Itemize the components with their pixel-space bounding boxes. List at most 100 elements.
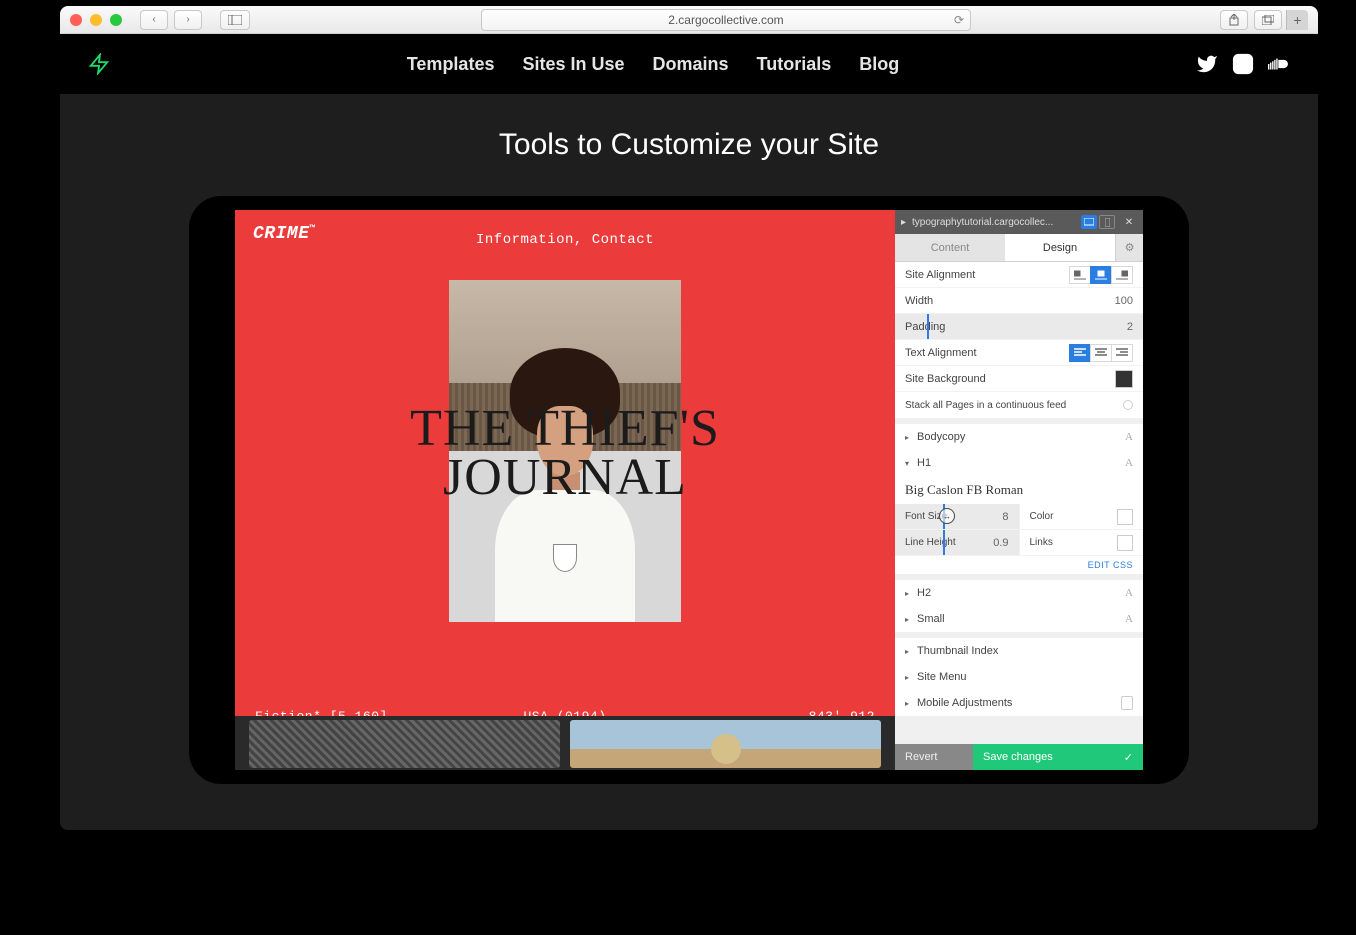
align-center-button[interactable] [1090,266,1112,284]
color-control[interactable]: Color [1020,504,1144,529]
reload-icon[interactable]: ⟳ [954,13,964,27]
tab-content[interactable]: Content [895,234,1005,261]
font-icon: A [1125,457,1133,469]
text-left-button[interactable] [1069,344,1091,362]
padding-value: 2 [1127,321,1133,333]
section-text-styles: ▸ H2 A ▸ Small A [895,580,1143,632]
social-links [1196,53,1290,75]
row-fontsize-color: Font Size ↔ 8 Color [895,504,1143,530]
desktop-view-button[interactable] [1081,215,1097,229]
url-text: 2.cargocollective.com [668,13,783,27]
panel-back-icon[interactable]: ▸ [901,217,906,228]
acc-small[interactable]: ▸ Small A [895,606,1143,632]
new-tab-button[interactable]: + [1286,10,1308,30]
soundcloud-icon[interactable] [1268,53,1290,75]
text-center-button[interactable] [1090,344,1112,362]
panel-close-icon[interactable]: ✕ [1121,217,1137,228]
font-size-control[interactable]: Font Size ↔ 8 [895,504,1020,529]
revert-button[interactable]: Revert [895,744,973,770]
device-switcher [1081,215,1115,229]
page-content: Tools to Customize your Site CRIME™ Info… [60,94,1318,830]
sidebar-icon[interactable] [220,10,250,30]
site-header: Templates Sites In Use Domains Tutorials… [60,34,1318,94]
site-preview-nav[interactable]: Information, Contact [235,232,895,248]
chevron-down-icon: ▾ [905,459,909,468]
chevron-right-icon: ▸ [905,589,909,598]
twitter-icon[interactable] [1196,53,1218,75]
row-padding[interactable]: Padding 2 [895,314,1143,340]
device-screen: CRIME™ Information, Contact THE THIEF'S … [235,210,1143,770]
chevron-right-icon: ▸ [905,615,909,624]
align-right-button[interactable] [1111,266,1133,284]
text-right-button[interactable] [1111,344,1133,362]
design-panel: ▸ typographytutorial.cargocollec... ✕ Co… [895,210,1143,770]
acc-thumbnail-index[interactable]: ▸ Thumbnail Index [895,638,1143,664]
panel-body: Site Alignment Width 100 [895,262,1143,744]
gear-icon[interactable]: ⚙ [1115,234,1143,261]
thumbnail-2[interactable] [570,720,881,768]
chevron-right-icon: ▸ [905,699,909,708]
width-value: 100 [1115,295,1133,307]
color-swatch[interactable] [1117,509,1133,525]
forward-button[interactable]: › [174,10,202,30]
bg-swatch[interactable] [1115,370,1133,388]
acc-bodycopy[interactable]: ▸ Bodycopy A [895,424,1143,450]
share-group [1220,10,1282,30]
tab-design[interactable]: Design [1005,234,1115,261]
nav-domains[interactable]: Domains [653,54,729,75]
share-icon[interactable] [1220,10,1248,30]
acc-mobile-adjustments[interactable]: ▸ Mobile Adjustments [895,690,1143,716]
instagram-icon[interactable] [1232,53,1254,75]
main-nav: Templates Sites In Use Domains Tutorials… [407,54,899,75]
nav-sites-in-use[interactable]: Sites In Use [522,54,624,75]
mobile-view-button[interactable] [1099,215,1115,229]
nav-templates[interactable]: Templates [407,54,495,75]
save-button[interactable]: Save changes ✓ [973,744,1143,770]
url-bar[interactable]: 2.cargocollective.com ⟳ [481,9,971,31]
urlbar-wrap: 2.cargocollective.com ⟳ [250,9,1202,31]
minimize-icon[interactable] [90,14,102,26]
close-icon[interactable] [70,14,82,26]
stack-toggle[interactable] [1123,400,1133,410]
panel-footer: Revert Save changes ✓ [895,744,1143,770]
tabs-icon[interactable] [1254,10,1282,30]
maximize-icon[interactable] [110,14,122,26]
row-stack-pages[interactable]: Stack all Pages in a continuous feed [895,392,1143,418]
nav-blog[interactable]: Blog [859,54,899,75]
font-icon: A [1125,587,1133,599]
align-left-button[interactable] [1069,266,1091,284]
section-other: ▸ Thumbnail Index ▸ Site Menu ▸ Mobile A… [895,638,1143,716]
site-preview[interactable]: CRIME™ Information, Contact THE THIEF'S … [235,210,895,770]
acc-site-menu[interactable]: ▸ Site Menu [895,664,1143,690]
device-frame: CRIME™ Information, Contact THE THIEF'S … [189,196,1189,784]
titlebar: ‹ › 2.cargocollective.com ⟳ + [60,6,1318,34]
back-button[interactable]: ‹ [140,10,168,30]
nav-group: ‹ › [140,10,202,30]
row-site-background[interactable]: Site Background [895,366,1143,392]
browser-window: ‹ › 2.cargocollective.com ⟳ + [60,6,1318,830]
thumbnail-1[interactable] [249,720,560,768]
line-height-control[interactable]: Line Height 0.9 [895,530,1020,555]
links-swatch[interactable] [1117,535,1133,551]
window-controls [70,14,122,26]
panel-topbar: ▸ typographytutorial.cargocollec... ✕ [895,210,1143,234]
site-alignment-switch [1070,266,1133,284]
mobile-icon [1121,696,1133,710]
sidebar-toggle-group [220,10,250,30]
acc-h2[interactable]: ▸ H2 A [895,580,1143,606]
panel-tabs: Content Design ⚙ [895,234,1143,262]
font-icon: A [1125,431,1133,443]
row-text-alignment: Text Alignment [895,340,1143,366]
acc-h1[interactable]: ▾ H1 A [895,450,1143,476]
font-name[interactable]: Big Caslon FB Roman [895,476,1143,504]
section-layout: Site Alignment Width 100 [895,262,1143,418]
chevron-right-icon: ▸ [905,433,909,442]
edit-css-link[interactable]: EDIT CSS [895,556,1143,574]
links-control[interactable]: Links [1020,530,1144,555]
row-width[interactable]: Width 100 [895,288,1143,314]
logo-bolt-icon[interactable] [88,53,110,75]
nav-tutorials[interactable]: Tutorials [757,54,832,75]
chevron-right-icon: ▸ [905,647,909,656]
hero-title: THE THIEF'S JOURNAL [235,404,895,503]
section-typography: ▸ Bodycopy A ▾ H1 A Big Caslon FB Roman [895,424,1143,574]
